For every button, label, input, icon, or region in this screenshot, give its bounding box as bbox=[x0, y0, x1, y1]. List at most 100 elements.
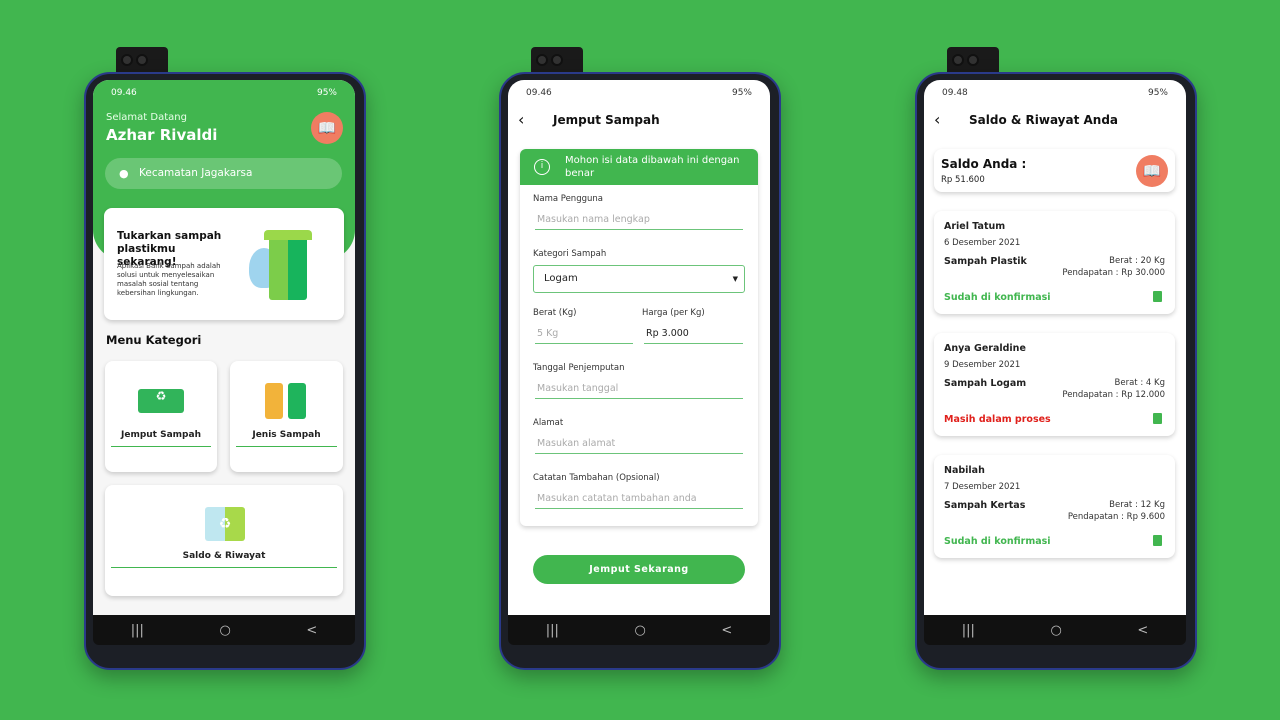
phone-home: 09.46 95% Selamat Datang Azhar Rivaldi 📖 … bbox=[84, 72, 366, 670]
bins-icon bbox=[265, 383, 283, 419]
menu-label: Jemput Sampah bbox=[121, 430, 201, 440]
trash-icon[interactable] bbox=[1153, 535, 1162, 546]
form-card: i Mohon isi data dibawah ini dengan bena… bbox=[520, 149, 758, 526]
menu-jemput-sampah[interactable]: ♻ Jemput Sampah bbox=[105, 361, 217, 472]
menu-jenis-sampah[interactable]: Jenis Sampah bbox=[230, 361, 343, 472]
menu-title: Menu Kategori bbox=[106, 333, 202, 347]
greeting: Selamat Datang bbox=[106, 112, 187, 123]
promo-banner: Tukarkan sampah plastikmu sekarang! Apli… bbox=[104, 208, 344, 320]
popup-camera bbox=[947, 47, 999, 74]
notice-banner: i Mohon isi data dibawah ini dengan bena… bbox=[520, 149, 758, 185]
android-nav-bar: ||| ○ < bbox=[93, 615, 355, 645]
back-button[interactable]: < bbox=[1137, 623, 1148, 638]
recycle-bin-icon: ♻ bbox=[205, 507, 245, 541]
kategori-dropdown[interactable]: Logam ▼ bbox=[533, 265, 745, 293]
home-button[interactable]: ○ bbox=[634, 623, 645, 638]
truck-icon: ♻ bbox=[138, 389, 184, 413]
history-weight: Berat : 20 Kg bbox=[1109, 256, 1165, 266]
harga-input[interactable]: Rp 3.000 bbox=[644, 328, 743, 344]
recents-button[interactable]: ||| bbox=[546, 623, 559, 638]
android-nav-bar: ||| ○ < bbox=[924, 615, 1186, 645]
home-button[interactable]: ○ bbox=[1050, 623, 1061, 638]
back-button[interactable]: < bbox=[721, 623, 732, 638]
status-time: 09.46 bbox=[111, 88, 137, 98]
history-name: Ariel Tatum bbox=[944, 221, 1006, 232]
jemput-screen: 09.46 95% ‹ Jemput Sampah i Mohon isi dat… bbox=[508, 80, 770, 615]
android-nav-bar: ||| ○ < bbox=[508, 615, 770, 645]
history-type: Sampah Plastik bbox=[944, 256, 1027, 267]
berat-label: Berat (Kg) bbox=[533, 308, 577, 318]
trash-icon[interactable] bbox=[1153, 413, 1162, 424]
alamat-input[interactable]: Masukan alamat bbox=[535, 438, 743, 454]
page-title: Jemput Sampah bbox=[553, 113, 660, 127]
status-battery: 95% bbox=[316, 88, 337, 98]
history-income: Pendapatan : Rp 12.000 bbox=[1062, 390, 1165, 400]
divider bbox=[111, 446, 211, 447]
phone-saldo: 09.48 95% ‹ Saldo & Riwayat Anda Saldo An… bbox=[915, 72, 1197, 670]
home-button[interactable]: ○ bbox=[219, 623, 230, 638]
history-card[interactable]: Nabilah 7 Desember 2021 Sampah Kertas Be… bbox=[934, 455, 1175, 558]
back-arrow-icon[interactable]: ‹ bbox=[518, 110, 524, 129]
alamat-label: Alamat bbox=[533, 418, 564, 428]
popup-camera bbox=[116, 47, 168, 74]
submit-button[interactable]: Jemput Sekarang bbox=[533, 555, 745, 584]
notice-text: Mohon isi data dibawah ini dengan benar bbox=[565, 155, 740, 179]
divider bbox=[111, 567, 337, 568]
saldo-value: Rp 51.600 bbox=[941, 175, 985, 185]
history-name: Nabilah bbox=[944, 465, 985, 476]
history-status: Sudah di konfirmasi bbox=[944, 292, 1051, 303]
location-text: Kecamatan Jagakarsa bbox=[139, 167, 253, 179]
nama-input[interactable]: Masukan nama lengkap bbox=[535, 214, 743, 230]
saldo-screen: 09.48 95% ‹ Saldo & Riwayat Anda Saldo An… bbox=[924, 80, 1186, 615]
history-status: Masih dalam proses bbox=[944, 414, 1051, 425]
recents-button[interactable]: ||| bbox=[131, 623, 144, 638]
page-title: Saldo & Riwayat Anda bbox=[969, 113, 1119, 127]
menu-label: Jenis Sampah bbox=[252, 430, 321, 440]
phone-jemput: 09.46 95% ‹ Jemput Sampah i Mohon isi dat… bbox=[499, 72, 781, 670]
history-date: 6 Desember 2021 bbox=[944, 238, 1021, 248]
back-arrow-icon[interactable]: ‹ bbox=[934, 110, 940, 129]
history-weight: Berat : 12 Kg bbox=[1109, 500, 1165, 510]
status-time: 09.46 bbox=[526, 88, 552, 98]
dropdown-arrow-icon: ▼ bbox=[732, 275, 738, 283]
history-date: 9 Desember 2021 bbox=[944, 360, 1021, 370]
saldo-label: Saldo Anda : bbox=[941, 157, 1027, 171]
menu-saldo-riwayat[interactable]: ♻ Saldo & Riwayat bbox=[105, 485, 343, 596]
bin-lid bbox=[264, 230, 312, 240]
divider bbox=[236, 446, 337, 447]
history-name: Anya Geraldine bbox=[944, 343, 1026, 354]
nama-label: Nama Pengguna bbox=[533, 194, 603, 204]
status-time: 09.48 bbox=[942, 88, 968, 98]
catatan-input[interactable]: Masukan catatan tambahan anda bbox=[535, 493, 743, 509]
avatar: 📖 bbox=[1136, 155, 1168, 187]
history-date: 7 Desember 2021 bbox=[944, 482, 1021, 492]
user-name: Azhar Rivaldi bbox=[106, 126, 218, 144]
berat-input[interactable]: 5 Kg bbox=[535, 328, 633, 344]
history-weight: Berat : 4 Kg bbox=[1114, 378, 1165, 388]
location-pill[interactable]: ● Kecamatan Jagakarsa bbox=[105, 158, 342, 189]
trash-icon[interactable] bbox=[1153, 291, 1162, 302]
avatar[interactable]: 📖 bbox=[311, 112, 343, 144]
history-income: Pendapatan : Rp 30.000 bbox=[1062, 268, 1165, 278]
back-button[interactable]: < bbox=[306, 623, 317, 638]
status-battery: 95% bbox=[1147, 88, 1168, 98]
tanggal-input[interactable]: Masukan tanggal bbox=[535, 383, 743, 399]
history-type: Sampah Kertas bbox=[944, 500, 1026, 511]
saldo-card: Saldo Anda : Rp 51.600 📖 bbox=[934, 149, 1175, 192]
history-status: Sudah di konfirmasi bbox=[944, 536, 1051, 547]
bin-green bbox=[288, 383, 306, 419]
history-card[interactable]: Anya Geraldine 9 Desember 2021 Sampah Lo… bbox=[934, 333, 1175, 436]
info-icon: i bbox=[534, 159, 550, 175]
home-screen: 09.46 95% Selamat Datang Azhar Rivaldi 📖 … bbox=[93, 80, 355, 615]
history-card[interactable]: Ariel Tatum 6 Desember 2021 Sampah Plast… bbox=[934, 211, 1175, 314]
status-battery: 95% bbox=[731, 88, 752, 98]
kategori-label: Kategori Sampah bbox=[533, 249, 607, 259]
location-pin-icon: ● bbox=[119, 167, 129, 180]
recents-button[interactable]: ||| bbox=[962, 623, 975, 638]
harga-label: Harga (per Kg) bbox=[642, 308, 705, 318]
catatan-label: Catatan Tambahan (Opsional) bbox=[533, 473, 660, 483]
tanggal-label: Tanggal Penjemputan bbox=[533, 363, 625, 373]
kategori-value: Logam bbox=[544, 273, 578, 284]
banner-description: Aplikasi Bank Sampah adalah solusi untuk… bbox=[117, 262, 221, 297]
recycle-bin-icon bbox=[269, 236, 307, 300]
